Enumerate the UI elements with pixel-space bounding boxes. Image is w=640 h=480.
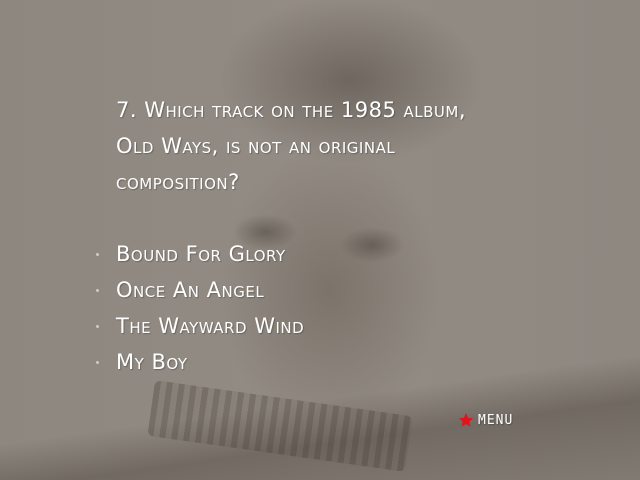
answer-option-2[interactable]: Once An Angel <box>96 272 304 308</box>
question-text: 7. Which track on the 1985 album, Old Wa… <box>116 92 496 200</box>
question-line: Old Ways, is not an original <box>116 134 396 158</box>
question-line: 7. Which track on the 1985 album, <box>116 98 466 122</box>
answer-option-1[interactable]: Bound For Glory <box>96 236 304 272</box>
bullet-icon <box>96 361 99 364</box>
answer-label: The Wayward Wind <box>116 314 305 338</box>
answer-label: Bound For Glory <box>116 242 286 266</box>
answer-label: My Boy <box>116 350 188 374</box>
question-line: composition? <box>116 170 240 194</box>
answer-option-4[interactable]: My Boy <box>96 344 304 380</box>
answer-option-3[interactable]: The Wayward Wind <box>96 308 305 344</box>
answer-list: Bound For Glory Once An Angel The Waywar… <box>96 236 305 380</box>
star-icon <box>458 413 474 427</box>
bullet-icon <box>96 325 99 328</box>
bullet-icon <box>96 253 99 256</box>
menu-button[interactable]: MENU <box>458 410 513 430</box>
quiz-screen: 7. Which track on the 1985 album, Old Wa… <box>0 0 640 480</box>
bullet-icon <box>96 289 99 292</box>
answer-label: Once An Angel <box>116 278 265 302</box>
menu-label: MENU <box>478 412 514 428</box>
